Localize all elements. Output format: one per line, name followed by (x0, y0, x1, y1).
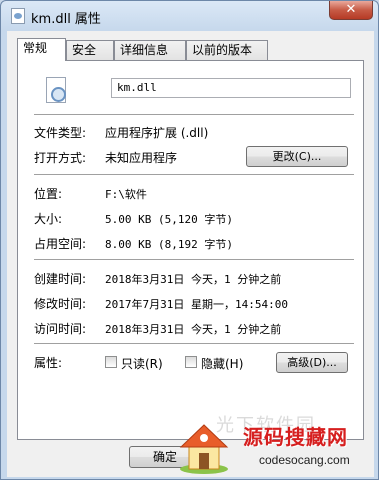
attributes-label: 属性: (34, 356, 63, 370)
readonly-label[interactable]: 只读(R) (121, 355, 163, 372)
tab-details[interactable]: 详细信息 (114, 40, 186, 60)
tab-previous-versions[interactable]: 以前的版本 (186, 40, 268, 60)
size-on-disk-label: 占用空间: (34, 237, 87, 251)
tab-security[interactable]: 安全 (66, 40, 114, 60)
faint-watermark: 光下软件园 (216, 415, 316, 436)
file-icon (11, 8, 25, 24)
separator (34, 114, 354, 115)
general-panel: km.dll 文件类型: 应用程序扩展 (.dll) 打开方式: 未知应用程序 … (17, 60, 364, 440)
accessed-label: 访问时间: (34, 322, 87, 336)
modified-label: 修改时间: (34, 297, 87, 311)
ok-button[interactable]: 确定 (129, 446, 201, 468)
created-label: 创建时间: (34, 272, 87, 286)
size-label: 大小: (34, 212, 63, 226)
file-type-value: 应用程序扩展 (.dll) (105, 126, 209, 140)
window-title: km.dll 属性 (31, 12, 101, 27)
properties-window: km.dll 属性 ✕ 常规 安全 详细信息 以前的版本 km.dll 文件类型… (0, 0, 379, 480)
tab-general[interactable]: 常规 (17, 38, 66, 61)
file-name-field[interactable]: km.dll (111, 78, 351, 98)
dialog-body: 常规 安全 详细信息 以前的版本 km.dll 文件类型: 应用程序扩展 (.d… (7, 31, 374, 477)
change-button[interactable]: 更改(C)... (246, 146, 348, 167)
dll-file-icon (46, 77, 66, 103)
location-value: F:\软件 (105, 188, 147, 201)
close-button[interactable]: ✕ (329, 1, 373, 20)
tab-strip: 常规 安全 详细信息 以前的版本 (17, 38, 357, 61)
separator (34, 259, 354, 260)
readonly-checkbox[interactable] (105, 356, 117, 368)
open-with-value: 未知应用程序 (105, 151, 178, 165)
hidden-checkbox[interactable] (185, 356, 197, 368)
location-label: 位置: (34, 187, 63, 201)
hidden-label[interactable]: 隐藏(H) (201, 355, 243, 372)
title-bar[interactable]: km.dll 属性 ✕ (1, 1, 378, 31)
size-on-disk-value: 8.00 KB (8,192 字节) (105, 238, 233, 251)
file-type-label: 文件类型: (34, 126, 87, 140)
size-value: 5.00 KB (5,120 字节) (105, 213, 233, 226)
modified-value: 2017年7月31日 星期一，14:54:00 (105, 298, 288, 311)
open-with-label: 打开方式: (34, 151, 87, 165)
created-value: 2018年3月31日 今天，1 分钟之前 (105, 273, 282, 286)
advanced-button[interactable]: 高级(D)... (276, 352, 348, 373)
accessed-value: 2018年3月31日 今天，1 分钟之前 (105, 323, 282, 336)
separator (34, 174, 354, 175)
separator (34, 343, 354, 344)
